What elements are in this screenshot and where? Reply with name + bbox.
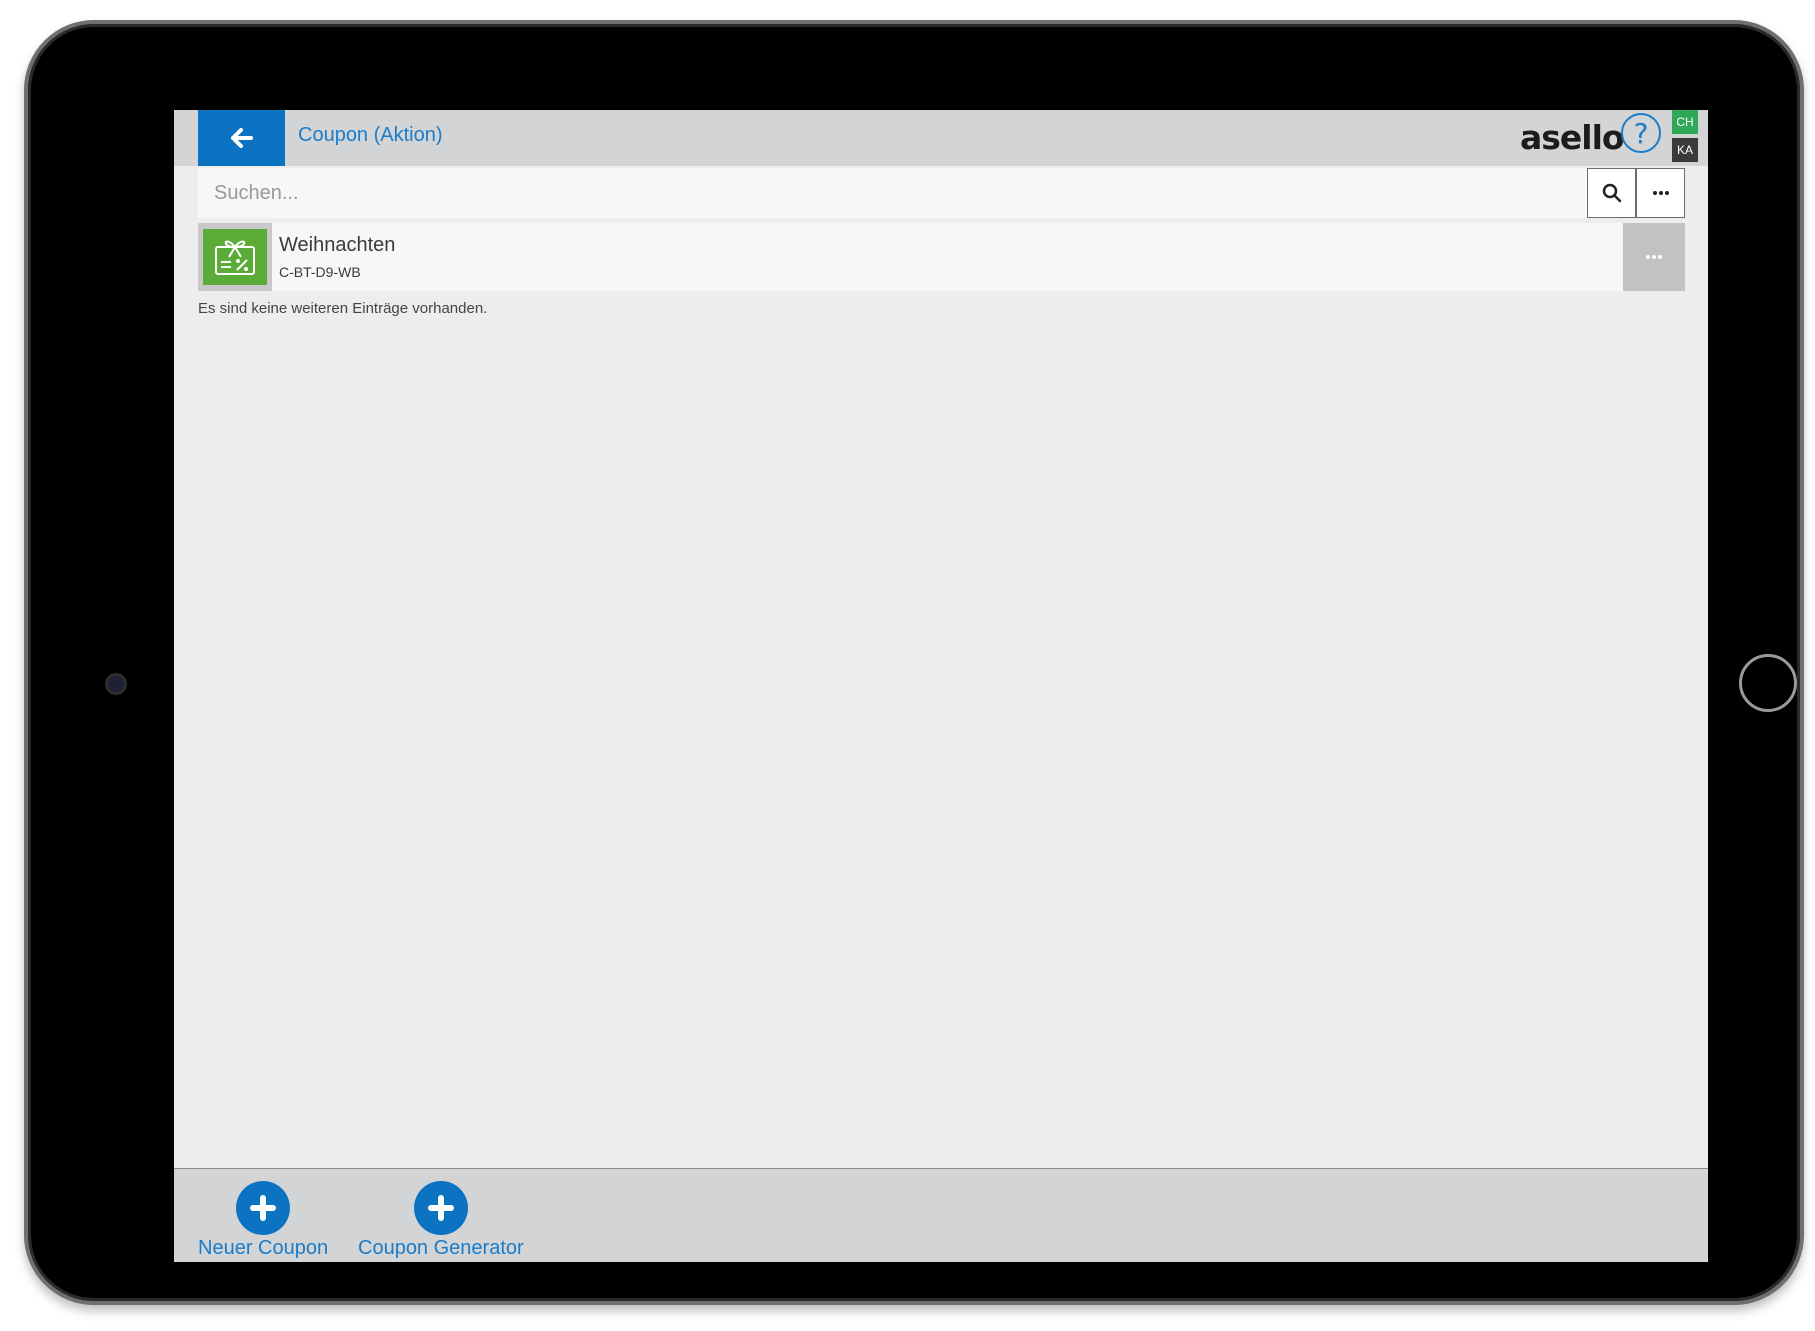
top-bar: Coupon (Aktion) asello ? CH KA xyxy=(174,110,1708,166)
coupon-thumbnail xyxy=(198,223,272,291)
help-symbol: ? xyxy=(1633,116,1649,150)
new-coupon-button[interactable]: Neuer Coupon xyxy=(198,1181,328,1260)
item-options-button[interactable] xyxy=(1623,223,1685,291)
home-button[interactable] xyxy=(1739,654,1797,712)
plus-circle-icon xyxy=(413,1181,468,1235)
search-button[interactable] xyxy=(1587,168,1636,218)
search-options-button[interactable] xyxy=(1636,168,1685,218)
search-icon xyxy=(1602,183,1621,203)
coupon-generator-button[interactable]: Coupon Generator xyxy=(358,1181,524,1260)
tablet-frame: Coupon (Aktion) asello ? CH KA Suchen...… xyxy=(24,20,1804,1305)
asello-logo: asello xyxy=(1520,118,1625,157)
coupon-generator-label: Coupon Generator xyxy=(358,1237,524,1259)
no-more-entries-note: Es sind keine weiteren Einträge vorhande… xyxy=(198,300,488,317)
coupon-icon xyxy=(215,240,255,275)
search-input[interactable] xyxy=(198,168,1594,218)
back-button[interactable] xyxy=(198,110,285,166)
search-bar xyxy=(198,168,1685,218)
app-screen: Coupon (Aktion) asello ? CH KA Suchen...… xyxy=(174,110,1708,1262)
ellipsis-icon xyxy=(1652,191,1669,195)
new-coupon-label: Neuer Coupon xyxy=(198,1237,329,1259)
country-badge[interactable]: CH xyxy=(1672,110,1698,134)
camera-icon xyxy=(108,676,124,692)
bottom-action-bar: Neuer Coupon Coupon Generator xyxy=(174,1168,1708,1262)
item-title: Weihnachten xyxy=(279,234,396,256)
arrow-left-icon xyxy=(230,128,253,148)
item-code: C-BT-D9-WB xyxy=(279,264,361,280)
register-badge[interactable]: KA xyxy=(1672,138,1698,162)
plus-circle-icon xyxy=(236,1181,291,1235)
ellipsis-icon xyxy=(1646,255,1662,259)
page-title: Coupon (Aktion) xyxy=(298,124,443,146)
help-icon[interactable]: ? xyxy=(1621,113,1661,153)
list-item[interactable]: Weihnachten C-BT-D9-WB xyxy=(198,223,1685,291)
